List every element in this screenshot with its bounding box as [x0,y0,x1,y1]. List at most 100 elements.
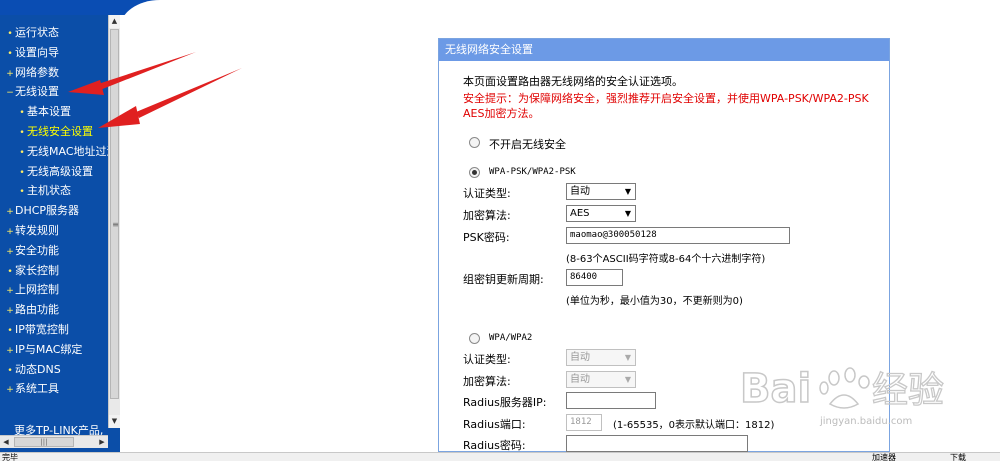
sidebar-item-label: 无线安全设置 [27,124,93,138]
sidebar-item-label: 运行状态 [15,26,59,39]
bullet-icon: • [19,187,25,198]
bullet-icon: • [19,127,25,138]
wireless-security-panel: 无线网络安全设置 本页面设置路由器无线网络的安全认证选项。 安全提示：为保障网络… [438,38,890,452]
sidebar-item-system-tools[interactable]: +系统工具 [0,379,108,399]
bullet-icon: • [7,266,13,277]
bullet-icon: • [7,365,13,376]
radio-no-security[interactable] [469,137,480,148]
wpa-enc-select[interactable]: 自动 ▼ [566,371,636,388]
sidebar-item-wireless-basic[interactable]: • 基本设置 [0,102,108,122]
radius-server-input[interactable] [566,392,656,409]
radio-wpa[interactable] [469,333,480,344]
dropdown-arrow-icon: ▼ [624,209,631,218]
content-area-curve [120,0,1000,40]
sidebar-item-forwarding[interactable]: +转发规则 [0,221,108,241]
sidebar-item-label: 安全功能 [15,243,59,257]
dropdown-arrow-icon: ▼ [624,353,631,362]
dropdown-arrow-icon: ▼ [624,187,631,196]
sidebar-item-label: 动态DNS [15,362,61,376]
radius-server-label: Radius服务器IP: [463,396,547,409]
sidebar-horizontal-scrollbar[interactable]: ◀ ||| ▶ [0,435,108,448]
bullet-icon: • [19,167,25,178]
psk-key-label: PSK密码: [463,231,510,244]
sidebar-item-wireless-mac-filter[interactable]: •无线MAC地址过滤 [0,142,108,162]
scroll-left-icon[interactable]: ◀ [0,436,12,448]
sidebar-item-routing[interactable]: +路由功能 [0,300,108,320]
bullet-icon: • [7,325,13,336]
psk-key-hint: (8-63个ASCII码字符或8-64个十六进制字符) [566,254,766,265]
sidebar-item-label: 上网控制 [15,283,59,297]
sidebar-item-label: 网络参数 [15,65,59,79]
sidebar-item-access-control[interactable]: +上网控制 [0,280,108,300]
psk-auth-value: 自动 [570,186,590,197]
expand-icon: + [6,226,14,237]
sidebar-item-host-status[interactable]: • 主机状态 [0,181,108,201]
sidebar-item-security[interactable]: +安全功能 [0,241,108,261]
sidebar-item-label: DHCP服务器 [15,204,80,218]
scroll-up-icon[interactable]: ▲ [109,15,120,28]
sidebar-item-label: 转发规则 [15,223,59,237]
scroll-thumb[interactable]: ||| [14,437,74,447]
wpa-enc-value: 自动 [570,374,590,385]
sidebar-item-label: 系统工具 [15,382,59,396]
expand-icon: + [6,207,14,218]
accelerator-button[interactable]: 加速器 [872,453,896,461]
sidebar-item-dhcp[interactable]: +DHCP服务器 [0,201,108,221]
psk-key-input[interactable]: maomao@300050128 [566,227,790,244]
sidebar-item-bandwidth[interactable]: • IP带宽控制 [0,320,108,340]
scroll-down-icon[interactable]: ▼ [109,415,120,428]
watermark-url: jingyan.baidu.com [820,416,913,427]
radius-secret-input[interactable] [566,435,748,452]
security-warning: 安全提示：为保障网络安全，强烈推荐开启安全设置，并使用WPA-PSK/WPA2-… [463,92,869,120]
sidebar-item-wireless-advanced[interactable]: • 无线高级设置 [0,162,108,182]
sidebar-menu: • 运行状态 • 设置向导 +网络参数 −无线设置 • 基本设置 • 无线安全设置 • 无… [0,23,108,399]
scroll-thumb[interactable]: ≡ [110,29,119,399]
sidebar-item-parental[interactable]: • 家长控制 [0,261,108,281]
sidebar-item-label: 家长控制 [15,263,59,277]
wpa-auth-select[interactable]: 自动 ▼ [566,349,636,366]
sidebar-item-label: 设置向导 [15,45,59,59]
group-key-interval-input[interactable]: 86400 [566,269,623,286]
group-key-interval-label: 组密钥更新周期: [463,273,544,286]
wpa-enc-label: 加密算法: [463,375,511,388]
browser-statusbar: 完毕 加速器 下载 [0,452,1000,461]
sidebar-item-setup-wizard[interactable]: • 设置向导 [0,43,108,63]
expand-icon: + [6,306,14,317]
expand-icon: + [6,246,14,257]
psk-auth-select[interactable]: 自动 ▼ [566,183,636,200]
download-button[interactable]: 下载 [950,453,966,461]
sidebar-item-ip-mac-binding[interactable]: +IP与MAC绑定 [0,340,108,360]
sidebar-item-wireless[interactable]: −无线设置 [0,82,108,102]
radio-wpa-psk[interactable] [469,167,480,178]
sidebar-item-label: IP带宽控制 [15,322,69,336]
sidebar-item-label: 主机状态 [27,184,71,198]
sidebar-item-wireless-security[interactable]: • 无线安全设置 [0,122,108,142]
sidebar-vertical-scrollbar[interactable]: ▲ ≡ ▼ [108,15,120,428]
sidebar-item-run-status[interactable]: • 运行状态 [0,23,108,43]
dropdown-arrow-icon: ▼ [624,375,631,384]
radio-wpa-psk-label: WPA-PSK/WPA2-PSK [489,167,576,177]
sidebar-item-ddns[interactable]: • 动态DNS [0,360,108,380]
wpa-auth-value: 自动 [570,352,590,363]
scroll-right-icon[interactable]: ▶ [96,436,108,448]
expand-icon: + [6,345,14,356]
psk-enc-select[interactable]: AES ▼ [566,205,636,222]
status-text: 完毕 [2,453,18,461]
sidebar-item-label: 无线高级设置 [27,164,93,178]
sidebar-nav: • 运行状态 • 设置向导 +网络参数 −无线设置 • 基本设置 • 无线安全设置 • 无… [0,15,120,452]
psk-auth-label: 认证类型: [463,187,511,200]
sidebar-item-label: 无线MAC地址过滤 [27,144,108,158]
panel-description: 本页面设置路由器无线网络的安全认证选项。 [463,75,683,88]
sidebar-item-label: IP与MAC绑定 [15,342,83,356]
sidebar-item-network[interactable]: +网络参数 [0,63,108,83]
panel-title: 无线网络安全设置 [439,39,889,61]
sidebar-item-label: 基本设置 [27,105,71,119]
radius-port-input[interactable]: 1812 [566,414,602,431]
bullet-icon: • [19,108,25,119]
group-key-interval-hint: (单位为秒，最小值为30，不更新则为0) [566,296,743,307]
radius-port-hint: (1-65535，0表示默认端口：1812) [613,420,775,431]
radio-wpa-label: WPA/WPA2 [489,333,533,343]
radio-no-security-label: 不开启无线安全 [489,138,566,151]
radius-secret-label: Radius密码: [463,439,526,452]
radius-port-label: Radius端口: [463,418,526,431]
